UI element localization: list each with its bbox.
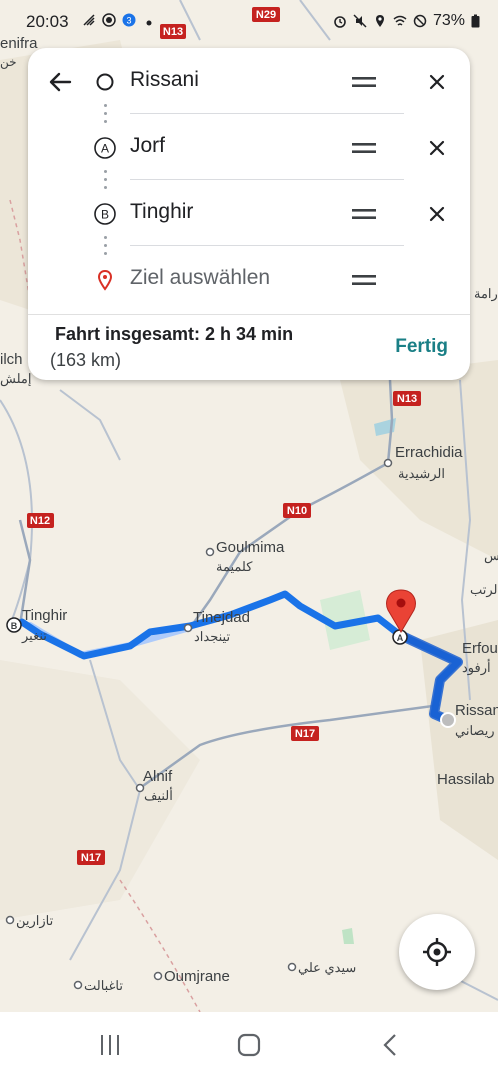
place-label-erfoud-ar: أرفود <box>462 659 491 676</box>
destination-pin-icon <box>97 269 113 291</box>
waypoint-b-icon: B <box>94 203 116 225</box>
place-label-oumjrane[interactable]: Oumjrane <box>164 968 230 985</box>
svg-text:N17: N17 <box>81 852 101 864</box>
place-label-goulmima[interactable]: Goulmima <box>216 539 285 556</box>
place-label-rissani-ar: ريصاني <box>455 723 495 739</box>
place-label-right-ar-3: لرتب <box>470 582 498 598</box>
origin-dot <box>440 712 456 728</box>
clock: 20:03 <box>26 12 69 31</box>
total-duration: Fahrt insgesamt: 2 h 34 min <box>55 324 294 344</box>
directions-card: Rissani A Jorf B Tinghir Ziel auswählen … <box>28 48 470 380</box>
stop-label[interactable]: Rissani <box>130 68 199 92</box>
app-notification-icon: 3 <box>122 13 136 27</box>
svg-text:N13: N13 <box>397 393 417 405</box>
crosshair-icon <box>423 938 451 966</box>
place-label-erfoud[interactable]: Erfou <box>462 640 498 657</box>
home-icon[interactable] <box>236 1032 262 1058</box>
waypoint-a-marker[interactable]: A <box>392 629 408 645</box>
stop-row-b[interactable]: B Tinghir <box>28 180 470 246</box>
stop-row-a[interactable]: A Jorf <box>28 114 470 180</box>
stop-label[interactable]: Tinghir <box>130 200 193 224</box>
notification-dot-icon <box>146 20 152 26</box>
svg-text:3: 3 <box>126 16 131 26</box>
svg-text:A: A <box>397 633 404 643</box>
total-distance: (163 km) <box>50 350 122 370</box>
destination-input[interactable]: Ziel auswählen <box>130 266 270 290</box>
green-area <box>342 928 354 944</box>
place-label-sidi-ali-ar: سيدي علي <box>298 960 356 975</box>
wifi-icon <box>393 15 407 26</box>
stop-label[interactable]: Jorf <box>130 134 165 158</box>
origin-circle-icon <box>96 73 114 91</box>
place-label-errachidia[interactable]: Errachidia <box>395 444 463 461</box>
location-icon <box>375 15 384 27</box>
road-badge-n17-b: N17 <box>77 850 105 865</box>
place-label-tinejdad-ar: تينجداد <box>194 629 230 644</box>
place-label-taghbalte-ar: تاغبالت <box>84 978 123 993</box>
place-label-tinghir[interactable]: Tinghir <box>22 607 67 624</box>
remove-stop-icon[interactable] <box>427 204 447 224</box>
waypoint-b-marker[interactable]: B <box>6 617 22 633</box>
stop-row-destination[interactable]: Ziel auswählen <box>28 246 470 312</box>
place-label-rissani[interactable]: Rissan <box>455 702 498 719</box>
place-label-hassilabied[interactable]: Hassilab <box>437 771 495 788</box>
recent-apps-icon[interactable] <box>98 1032 122 1058</box>
card-divider <box>28 314 470 315</box>
system-nav-bar <box>0 1012 498 1080</box>
stop-row-origin[interactable]: Rissani <box>28 48 470 114</box>
place-label-errachidia-ar: الرشيدية <box>398 466 445 482</box>
place-label-tinghir-ar: تنغير <box>21 628 47 644</box>
road-badge-n17-a: N17 <box>291 726 319 741</box>
svg-text:B: B <box>101 208 109 222</box>
svg-text:N10: N10 <box>287 505 307 517</box>
place-label-tazarine-ar: تازارين <box>16 913 54 929</box>
road-badge-n13-top: N13 <box>393 391 421 406</box>
signal-wave-icon <box>83 14 95 26</box>
my-location-button[interactable] <box>399 914 475 990</box>
drag-handle-icon[interactable] <box>352 207 376 221</box>
svg-text:A: A <box>101 142 109 156</box>
place-label-goulmima-ar: كلميمة <box>216 559 253 574</box>
record-icon <box>102 13 116 27</box>
place-label-tinejdad[interactable]: Tinejdad <box>193 609 250 626</box>
place-label-imilchil-ar: إملش <box>0 371 31 387</box>
mute-icon <box>353 14 367 28</box>
drag-handle-icon[interactable] <box>352 273 376 287</box>
done-button[interactable]: Fertig <box>395 336 448 358</box>
svg-text:N17: N17 <box>295 728 315 740</box>
battery-icon <box>471 14 480 28</box>
place-label-right-ar-1: رامة <box>474 286 498 302</box>
place-label-imilchil[interactable]: ilch <box>0 351 23 368</box>
road-badge-n12: N12 <box>27 513 54 528</box>
place-label-alnif-ar: ألنيف <box>144 787 173 803</box>
svg-text:N12: N12 <box>30 515 50 527</box>
waypoint-a-icon: A <box>94 137 116 159</box>
alarm-icon <box>334 16 346 28</box>
remove-stop-icon[interactable] <box>427 138 447 158</box>
back-icon[interactable] <box>380 1032 400 1058</box>
road-badge-n10: N10 <box>283 503 311 518</box>
drag-handle-icon[interactable] <box>352 141 376 155</box>
do-not-disturb-icon <box>413 14 427 28</box>
svg-text:B: B <box>11 621 18 631</box>
remove-stop-icon[interactable] <box>427 72 447 92</box>
place-label-right-ar-2: س <box>484 548 498 564</box>
battery-percent: 73% <box>432 12 465 29</box>
place-label-khenifra-ar: خن <box>0 55 17 69</box>
place-label-alnif[interactable]: Alnif <box>143 768 173 785</box>
status-bar: 20:03 3 73% <box>0 0 498 44</box>
drag-handle-icon[interactable] <box>352 75 376 89</box>
